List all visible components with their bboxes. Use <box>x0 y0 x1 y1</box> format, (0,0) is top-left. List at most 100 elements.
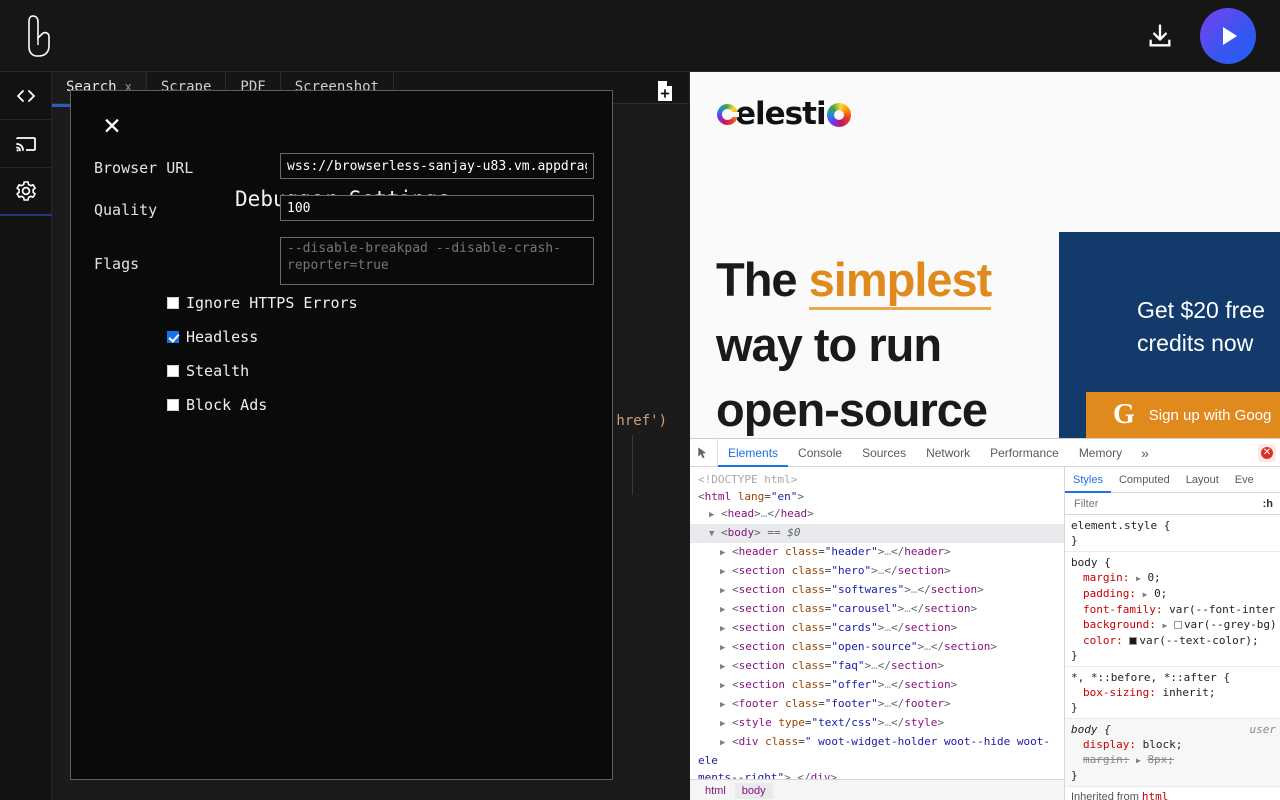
styles-tab-layout[interactable]: Layout <box>1178 467 1227 493</box>
breadcrumb-html[interactable]: html <box>698 783 733 799</box>
checkbox-ignore-https-errors[interactable]: Ignore HTTPS Errors <box>167 294 358 312</box>
expand-arrow-icon[interactable]: ▶ <box>720 719 725 729</box>
checkbox-box <box>167 399 179 411</box>
styles-pane: Styles Computed Layout Eve :h element.st… <box>1065 467 1280 800</box>
checkbox-label: Ignore HTTPS Errors <box>186 294 358 312</box>
expand-arrow-icon[interactable]: ▶ <box>1136 756 1141 765</box>
style-declaration[interactable]: box-sizing: inherit; <box>1071 685 1280 700</box>
checkbox-box <box>167 365 179 377</box>
dom-node-line[interactable]: ▶ <header class="header">…</header> <box>698 543 1064 562</box>
logo-wordmark: elesti <box>735 96 826 132</box>
expand-arrow-icon[interactable]: ▶ <box>709 510 714 520</box>
style-declaration[interactable]: margin: ▶ 0; <box>1071 570 1280 586</box>
checkbox-headless[interactable]: Headless <box>167 328 258 346</box>
force-state-toggle[interactable]: :h <box>1263 498 1273 510</box>
styles-tab-computed[interactable]: Computed <box>1111 467 1178 493</box>
dom-tree-list: <!DOCTYPE html><html lang="en">▶ <head>…… <box>690 467 1064 800</box>
style-rule[interactable]: *, *::before, *::after {box-sizing: inhe… <box>1065 667 1280 719</box>
color-swatch[interactable] <box>1129 637 1137 645</box>
expand-arrow-icon[interactable]: ▶ <box>720 624 725 634</box>
devtools-tab-network[interactable]: Network <box>916 439 980 467</box>
style-rule-close: } <box>1071 533 1280 548</box>
styles-filter-input[interactable] <box>1072 497 1212 511</box>
expand-arrow-icon[interactable]: ▶ <box>1143 590 1148 599</box>
google-signup-button[interactable]: G Sign up with Goog <box>1086 392 1280 438</box>
top-bar <box>0 0 1280 72</box>
style-declaration[interactable]: font-family: var(--font-inter <box>1071 602 1280 617</box>
run-button[interactable] <box>1200 8 1256 64</box>
expand-arrow-icon[interactable]: ▶ <box>720 662 725 672</box>
dom-node-line[interactable]: ▶ <section class="offer">…</section> <box>698 676 1064 695</box>
style-rule[interactable]: body {margin: ▶ 0;padding: ▶ 0;font-fami… <box>1065 552 1280 667</box>
dom-node-line[interactable]: ▶ <section class="cards">…</section> <box>698 619 1064 638</box>
checkbox-block-ads[interactable]: Block Ads <box>167 396 267 414</box>
devtools-tab-memory[interactable]: Memory <box>1069 439 1132 467</box>
inspect-element-button[interactable] <box>690 439 718 467</box>
browser-url-input[interactable] <box>280 153 594 179</box>
expand-arrow-icon[interactable]: ▶ <box>1162 621 1167 630</box>
error-badge[interactable]: ✕ <box>1258 444 1276 462</box>
new-file-button[interactable] <box>648 76 682 106</box>
expand-arrow-icon[interactable]: ▶ <box>1136 574 1141 583</box>
style-rule-close: } <box>1071 700 1280 715</box>
error-icon: ✕ <box>1261 447 1273 459</box>
style-declaration[interactable]: padding: ▶ 0; <box>1071 586 1280 602</box>
expand-arrow-icon[interactable]: ▶ <box>720 586 725 596</box>
dom-node-line[interactable]: <!DOCTYPE html> <box>698 471 1064 488</box>
breadcrumb-body[interactable]: body <box>735 783 773 799</box>
flags-textarea[interactable] <box>280 237 594 285</box>
more-tabs-icon[interactable]: » <box>1132 445 1158 461</box>
style-rule[interactable]: userbody {display: block;margin: ▶ 8px;} <box>1065 719 1280 787</box>
styles-tab-styles[interactable]: Styles <box>1065 467 1111 493</box>
rail-item-code-view[interactable] <box>0 72 52 120</box>
rail-item-settings[interactable] <box>0 168 52 216</box>
rail-item-cast-session[interactable] <box>0 120 52 168</box>
dom-node-line[interactable]: ▶ <style type="text/css">…</style> <box>698 714 1064 733</box>
quality-input[interactable] <box>280 195 594 221</box>
dom-node-line[interactable]: <html lang="en"> <box>698 488 1064 505</box>
dom-node-line[interactable]: ▶ <head>…</head> <box>698 505 1064 524</box>
dom-node-line[interactable]: ▶ <section class="open-source">…</sectio… <box>698 638 1064 657</box>
devtools-tab-performance[interactable]: Performance <box>980 439 1069 467</box>
style-declaration[interactable]: margin: ▶ 8px; <box>1071 752 1280 768</box>
expand-arrow-icon[interactable]: ▶ <box>720 643 725 653</box>
elestio-logo: elesti <box>717 96 851 132</box>
dom-node-line[interactable]: ▶ <section class="softwares">…</section> <box>698 581 1064 600</box>
dom-node-line[interactable]: ▶ <div class=" woot-widget-holder woot--… <box>698 733 1064 769</box>
checkbox-stealth[interactable]: Stealth <box>167 362 249 380</box>
logo-e-mark-icon <box>717 104 738 125</box>
color-swatch[interactable] <box>1174 621 1182 629</box>
styles-tab-event-listeners[interactable]: Eve <box>1227 467 1262 493</box>
dom-node-line[interactable]: ▶ <section class="hero">…</section> <box>698 562 1064 581</box>
devtools-tab-sources[interactable]: Sources <box>852 439 916 467</box>
close-modal-button[interactable]: ✕ <box>99 114 125 140</box>
promo-line-1: Get $20 free <box>1137 294 1265 327</box>
dom-node-line[interactable]: ▶ <section class="faq">…</section> <box>698 657 1064 676</box>
expand-arrow-icon[interactable]: ▶ <box>720 605 725 615</box>
devtools-tab-elements[interactable]: Elements <box>718 439 788 467</box>
dom-tree-pane[interactable]: <!DOCTYPE html><html lang="en">▶ <head>…… <box>690 467 1065 800</box>
field-row-quality: Quality <box>94 195 594 221</box>
logo-o-mark-icon <box>827 103 851 127</box>
promo-text: Get $20 free credits now <box>1137 294 1265 360</box>
expand-arrow-icon[interactable]: ▶ <box>720 548 725 558</box>
expand-arrow-icon[interactable]: ▶ <box>720 738 725 748</box>
style-declaration[interactable]: color: var(--text-color); <box>1071 633 1280 648</box>
hero-headline: The simplest way to run open-source soft… <box>716 247 1056 438</box>
dom-node-line[interactable]: ▼ <body> == $0 <box>690 524 1064 543</box>
download-icon[interactable] <box>1146 22 1174 50</box>
expand-arrow-icon[interactable]: ▶ <box>720 681 725 691</box>
devtools-tab-console[interactable]: Console <box>788 439 852 467</box>
checkbox-label: Stealth <box>186 362 249 380</box>
expand-arrow-icon[interactable]: ▶ <box>720 700 725 710</box>
dom-node-line[interactable]: ▶ <footer class="footer">…</footer> <box>698 695 1064 714</box>
style-rule[interactable]: element.style {} <box>1065 515 1280 552</box>
expand-arrow-icon[interactable]: ▼ <box>709 529 714 539</box>
dom-node-line[interactable]: ▶ <section class="carousel">…</section> <box>698 600 1064 619</box>
headline-part-1: The <box>716 253 809 306</box>
style-declaration[interactable]: display: block; <box>1071 737 1280 752</box>
app-root: Search x Scrape PDF Screenshot 'href') <box>0 0 1280 800</box>
expand-arrow-icon[interactable]: ▶ <box>720 567 725 577</box>
style-declaration[interactable]: background: ▶ var(--grey-bg) <box>1071 617 1280 633</box>
styles-filter-row: :h <box>1065 493 1280 515</box>
